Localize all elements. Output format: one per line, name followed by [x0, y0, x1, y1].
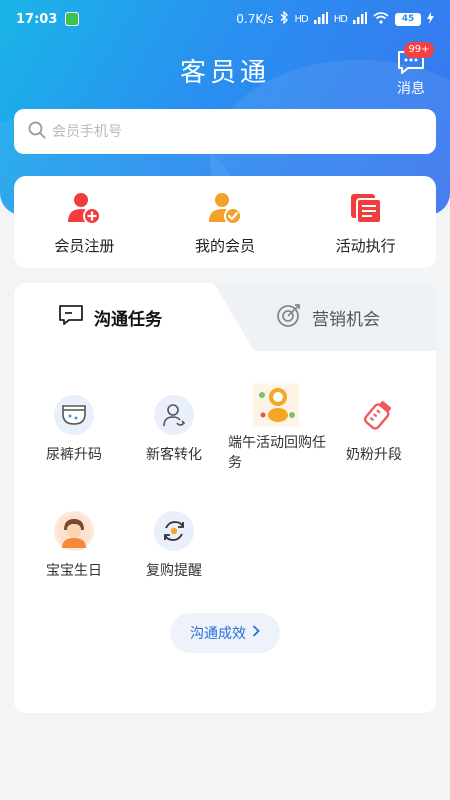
notification-app-icon	[65, 12, 80, 26]
task-label: 尿裤升码	[46, 447, 102, 463]
chevron-right-icon	[252, 625, 260, 641]
quick-action-label: 活动执行	[335, 236, 396, 255]
user-convert-icon	[154, 395, 194, 435]
status-time: 17:03	[16, 11, 58, 27]
repurchase-icon	[154, 511, 194, 551]
battery-indicator: 45	[395, 12, 421, 26]
quick-action-label: 会员注册	[54, 236, 115, 255]
user-add-icon	[67, 189, 102, 225]
activity-doc-icon	[349, 189, 383, 225]
signal-icon	[313, 11, 328, 27]
duanwu-image-icon	[252, 383, 300, 427]
user-check-icon	[208, 189, 242, 225]
task-label: 宝宝生日	[46, 563, 102, 579]
tab-communication-tasks[interactable]: 沟通任务	[58, 283, 162, 351]
tab-bar: 沟通任务 营销机会	[14, 283, 436, 351]
diaper-icon	[54, 395, 94, 435]
search-bar[interactable]	[14, 109, 436, 154]
tab-label: 营销机会	[312, 309, 380, 330]
signal-hd-label: HD	[294, 13, 309, 25]
tab-label: 沟通任务	[94, 309, 162, 330]
task-label: 奶粉升段	[346, 447, 402, 463]
milk-bottle-icon	[358, 395, 398, 435]
message-badge: 99+	[404, 42, 434, 58]
chat-icon	[58, 303, 84, 332]
network-speed: 0.7K/s	[236, 12, 274, 26]
member-phone-input[interactable]	[52, 123, 412, 140]
charging-icon	[427, 11, 434, 27]
tab-marketing-opportunities[interactable]: 营销机会	[276, 283, 380, 351]
target-icon	[276, 302, 302, 333]
activity-execute-button[interactable]: 活动执行	[306, 189, 426, 256]
message-button[interactable]: 99+ 消息	[388, 42, 434, 98]
task-duanwu-repurchase[interactable]: 端午活动回购任务	[228, 383, 328, 473]
task-baby-birthday[interactable]: 宝宝生日	[46, 511, 146, 581]
task-label: 端午活动回购任务	[228, 435, 326, 471]
quick-actions-card: 会员注册 我的会员 活动执行	[14, 176, 436, 268]
signal-hd-label: HD	[333, 13, 348, 25]
wifi-icon	[373, 11, 389, 27]
search-icon	[28, 121, 46, 143]
quick-action-label: 我的会员	[194, 236, 255, 255]
result-button-label: 沟通成效	[190, 626, 246, 642]
page-title: 客员通	[179, 58, 270, 88]
tasks-card: 沟通任务 营销机会 尿裤升码 新客转化 端午活动回购任务 奶粉升段 宝宝生日 复…	[14, 283, 436, 713]
baby-avatar-icon	[54, 511, 94, 551]
my-members-button[interactable]: 我的会员	[165, 189, 285, 256]
member-register-button[interactable]: 会员注册	[24, 189, 144, 256]
task-label: 复购提醒	[146, 563, 202, 579]
status-bar: 17:03 0.7K/s HD HD 45	[0, 0, 450, 38]
task-diaper-upgrade[interactable]: 尿裤升码	[46, 395, 146, 465]
bluetooth-icon	[280, 10, 289, 27]
task-milk-powder-upgrade[interactable]: 奶粉升段	[346, 395, 436, 465]
communication-results-button[interactable]: 沟通成效	[170, 613, 280, 653]
signal-icon	[353, 11, 367, 27]
task-repurchase-reminder[interactable]: 复购提醒	[146, 511, 246, 581]
message-label: 消息	[397, 81, 425, 97]
